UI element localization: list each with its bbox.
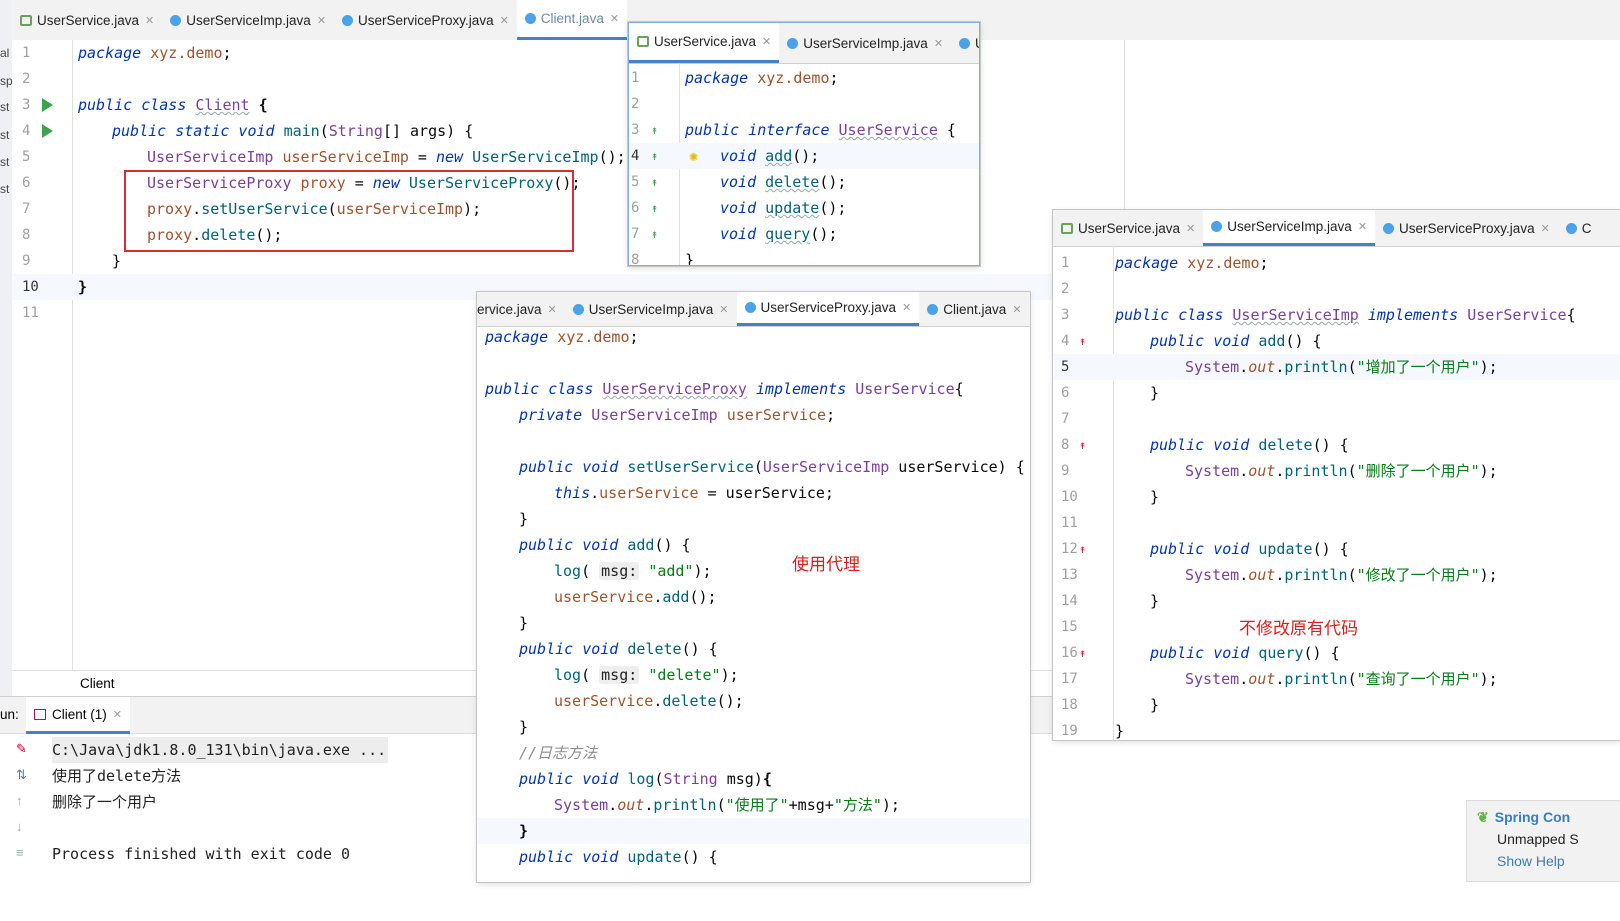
close-icon[interactable]: ✕: [548, 303, 557, 316]
bulb-icon[interactable]: ✺: [689, 143, 698, 169]
class-icon: [342, 14, 354, 26]
close-icon[interactable]: ✕: [1541, 222, 1550, 235]
popup-userserviceimp: UserService.java ✕ UserServiceImp.java ✕ U…: [1053, 210, 1620, 740]
class-icon: [744, 302, 756, 313]
tab-partial[interactable]: Us: [951, 23, 979, 63]
console-command: C:\Java\jdk1.8.0_131\bin\java.exe ...: [52, 737, 389, 763]
tab-client[interactable]: Client.java ✕: [516, 0, 628, 40]
tab-userserviceproxy[interactable]: UserServiceProxy.java ✕: [1375, 210, 1558, 246]
close-icon[interactable]: ✕: [610, 12, 619, 25]
class-icon: [1383, 222, 1395, 234]
close-icon[interactable]: ✕: [934, 37, 943, 50]
tab-userserviceproxy[interactable]: UserServiceProxy.java ✕: [736, 292, 920, 326]
run-icon[interactable]: [42, 124, 53, 138]
implemented-icon[interactable]: ↟: [651, 143, 658, 169]
console-output: 删除了一个用户: [52, 793, 158, 811]
class-icon: [787, 37, 799, 49]
spring-notification[interactable]: ❦ Spring Con Unmapped S Show Help: [1466, 800, 1620, 882]
sort-icon[interactable]: ⇅: [16, 767, 36, 793]
close-icon[interactable]: ✕: [902, 301, 911, 314]
interface-icon: [20, 14, 32, 26]
console-exit: Process finished with exit code 0: [52, 845, 351, 863]
close-icon[interactable]: ✕: [1358, 220, 1367, 233]
tab-userservice[interactable]: ervice.java ✕: [477, 292, 565, 326]
class-icon: [1211, 221, 1223, 232]
tab-userservice[interactable]: UserService.java ✕: [12, 0, 162, 40]
highlight-box: [124, 170, 574, 252]
close-icon[interactable]: ✕: [719, 303, 728, 316]
tab-client[interactable]: C: [1558, 210, 1600, 246]
close-icon[interactable]: ✕: [1186, 222, 1195, 235]
strip-label: st: [0, 100, 10, 114]
popup-userserviceproxy: ervice.java ✕ UserServiceImp.java ✕ UserSe…: [477, 292, 1030, 882]
console-toolbar: ✎ ⇅ ↑ ↓ ≡: [16, 741, 36, 901]
class-icon: [524, 13, 536, 24]
up-icon[interactable]: ↑: [16, 793, 36, 819]
class-icon: [959, 37, 971, 49]
interface-icon: [1061, 222, 1073, 234]
tab-userserviceimp[interactable]: UserServiceImp.java ✕: [1203, 210, 1376, 246]
strip-label: al: [0, 46, 10, 60]
rerun-icon[interactable]: ✎: [16, 741, 36, 767]
spring-leaf-icon: ❦: [1477, 809, 1489, 825]
annotation-proxy: 使用代理: [792, 555, 860, 574]
implements-icon[interactable]: ↟: [1079, 536, 1086, 562]
strip-label: sp: [0, 74, 13, 88]
implements-icon[interactable]: ↟: [1079, 640, 1086, 666]
class-icon: [1565, 222, 1577, 234]
strip-label: st: [0, 182, 10, 196]
close-icon[interactable]: ✕: [762, 35, 771, 48]
wrap-icon[interactable]: ≡: [16, 845, 36, 871]
run-label: un:: [0, 707, 19, 722]
implemented-icon[interactable]: ↟: [651, 195, 658, 221]
close-icon[interactable]: ✕: [145, 14, 154, 27]
interface-icon: [637, 36, 649, 47]
tab-client[interactable]: Client.java ✕: [919, 292, 1029, 326]
tab-userservice[interactable]: UserService.java ✕: [629, 23, 780, 63]
tab-userserviceimp[interactable]: UserServiceImp.java ✕: [779, 23, 951, 63]
console-output: 使用了delete方法: [52, 767, 182, 785]
down-icon[interactable]: ↓: [16, 819, 36, 845]
close-icon[interactable]: ✕: [113, 708, 122, 721]
strip-label: st: [0, 155, 10, 169]
implemented-icon[interactable]: ↟: [651, 117, 658, 143]
implemented-icon[interactable]: ↟: [651, 221, 658, 247]
class-icon: [927, 303, 939, 315]
implemented-icon[interactable]: ↟: [651, 169, 658, 195]
close-icon[interactable]: ✕: [500, 14, 509, 27]
class-icon: [572, 303, 584, 315]
strip-label: st: [0, 128, 10, 142]
close-icon[interactable]: ✕: [1012, 303, 1021, 316]
close-icon[interactable]: ✕: [317, 14, 326, 27]
tab-userservice[interactable]: UserService.java ✕: [1053, 210, 1203, 246]
popup-userservice: UserService.java✕ UserServiceImp.java✕ U…: [628, 22, 980, 266]
run-tab[interactable]: Client (1) ✕: [26, 697, 130, 734]
show-help-link[interactable]: Show Help: [1497, 853, 1565, 869]
tab-userserviceimp[interactable]: UserServiceImp.java ✕: [565, 292, 737, 326]
console-icon: [34, 708, 46, 720]
annotation-imp: 不修改原有代码: [1239, 619, 1358, 638]
run-icon[interactable]: [42, 98, 53, 112]
tab-userserviceimp[interactable]: UserServiceImp.java ✕: [162, 0, 334, 40]
implements-icon[interactable]: ↟: [1079, 432, 1086, 458]
tab-userserviceproxy[interactable]: UserServiceProxy.java ✕: [334, 0, 517, 40]
class-icon: [170, 14, 182, 26]
implements-icon[interactable]: ↟: [1079, 328, 1086, 354]
